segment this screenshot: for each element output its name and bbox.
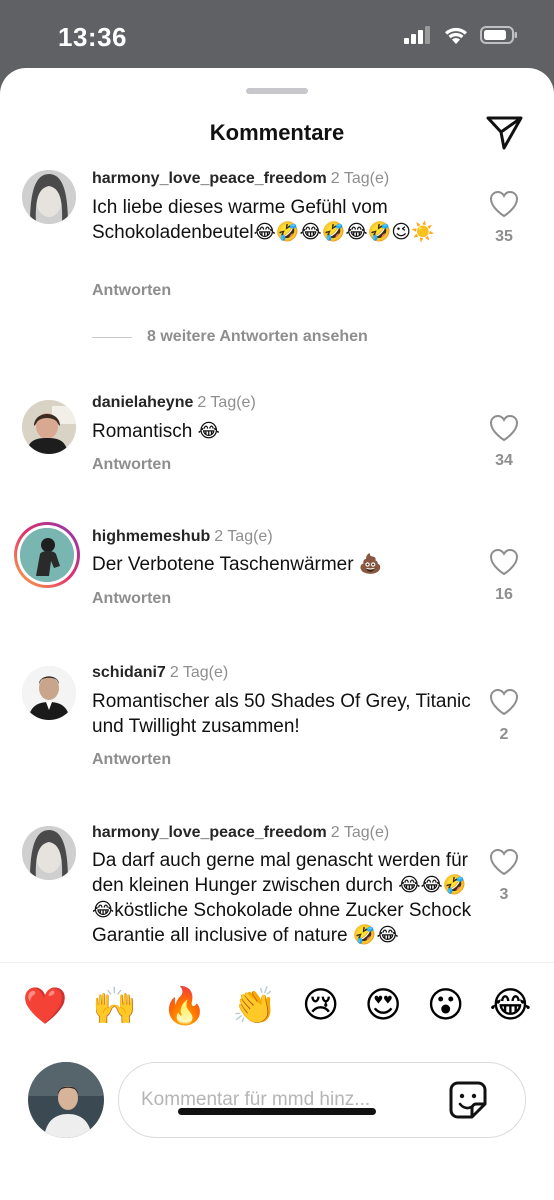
comment-text: Da darf auch gerne mal genascht werden f… [92, 850, 472, 946]
view-more-replies-button[interactable]: 8 weitere Antworten ansehen [92, 328, 368, 346]
divider-line [92, 336, 132, 338]
my-avatar [28, 1062, 104, 1138]
reply-button[interactable]: Antworten [92, 282, 171, 300]
comment-username[interactable]: harmony_love_peace_freedom [92, 824, 327, 841]
comment-time: 2 Tag(e) [214, 528, 273, 545]
comment-time: 2 Tag(e) [197, 394, 256, 411]
like-group: 35 [484, 190, 524, 246]
comments-sheet: Kommentare harmony_love_peace_freedom 2 T… [0, 68, 554, 1200]
avatar[interactable] [22, 170, 76, 224]
comment-meta: harmony_love_peace_freedom 2 Tag(e) [92, 824, 389, 842]
comment-username[interactable]: schidani7 [92, 664, 166, 681]
reply-button[interactable]: Antworten [92, 590, 171, 608]
like-group: 2 [484, 688, 524, 744]
comment-item: danielaheyne 2 Tag(e) Romantisch 😂 Antwor… [0, 394, 554, 504]
comment-time: 2 Tag(e) [330, 824, 390, 841]
comment-meta: schidani7 2 Tag(e) [92, 664, 228, 682]
comment-text: Der Verbotene Taschenwärmer 💩 [92, 554, 383, 575]
status-bar: 13:36 [0, 0, 554, 70]
heart-icon[interactable] [489, 414, 519, 442]
emoji-clap-button[interactable]: 👏 [232, 985, 277, 1027]
like-group: 3 [484, 848, 524, 904]
avatar [20, 528, 74, 582]
emoji-laughing-button[interactable]: 😂 [489, 985, 531, 1026]
comment-username[interactable]: highmemeshub [92, 528, 210, 545]
wifi-icon [445, 27, 467, 44]
like-count: 34 [495, 452, 513, 469]
comment-username[interactable]: harmony_love_peace_freedom [92, 170, 327, 187]
avatar[interactable] [22, 666, 76, 720]
emoji-fire-button[interactable]: 🔥 [162, 985, 207, 1027]
comment-time: 2 Tag(e) [169, 664, 229, 681]
heart-icon[interactable] [489, 688, 519, 716]
emoji-heart-button[interactable]: ❤️ [23, 985, 68, 1027]
avatar-ring-inner [17, 525, 77, 585]
comment-username[interactable]: danielaheyne [92, 394, 193, 411]
comment-meta: harmony_love_peace_freedom 2 Tag(e) [92, 170, 389, 188]
heart-icon[interactable] [489, 848, 519, 876]
sticker-icon[interactable] [448, 1080, 488, 1120]
page-title: Kommentare [209, 120, 345, 145]
emoji-surprised-button[interactable]: 😮 [427, 985, 465, 1026]
battery-icon [480, 26, 517, 44]
comment-item: harmony_love_peace_freedom 2 Tag(e) Ich l… [0, 168, 554, 368]
comment-text: Romantisch 😂 [92, 421, 220, 442]
heart-icon[interactable] [489, 548, 519, 576]
like-group: 16 [484, 548, 524, 604]
like-count: 2 [499, 726, 509, 743]
heart-icon[interactable] [489, 190, 519, 218]
reply-button[interactable]: Antworten [92, 456, 171, 474]
emoji-heart-eyes-button[interactable]: 😍 [364, 985, 402, 1026]
reply-button[interactable]: Antworten [92, 751, 171, 769]
send-icon[interactable] [484, 112, 524, 152]
avatar[interactable] [22, 826, 76, 880]
sheet-grabber[interactable] [246, 88, 308, 94]
emoji-raised-hands-button[interactable]: 🙌 [92, 985, 137, 1027]
like-count: 3 [499, 886, 509, 903]
comment-time: 2 Tag(e) [330, 170, 390, 187]
signal-icon [404, 26, 430, 44]
comment-meta: danielaheyne 2 Tag(e) [92, 394, 256, 412]
like-group: 34 [484, 414, 524, 470]
comment-text: Romantischer als 50 Shades Of Grey, Tita… [92, 691, 471, 737]
avatar-story-ring[interactable] [14, 522, 80, 588]
avatar[interactable] [22, 400, 76, 454]
quick-emoji-bar: ❤️ 🙌 🔥 👏 😢 😍 😮 😂 [0, 962, 554, 1048]
status-time: 13:36 [58, 22, 127, 52]
like-count: 35 [495, 228, 513, 245]
comment-input-row [0, 1056, 554, 1146]
comment-text: Ich liebe dieses warme Gefühl vom Schoko… [92, 197, 435, 243]
status-icons [404, 26, 518, 44]
like-count: 16 [495, 586, 513, 603]
comment-meta: highmemeshub 2 Tag(e) [92, 528, 273, 546]
comment-list[interactable]: harmony_love_peace_freedom 2 Tag(e) Ich l… [0, 168, 554, 962]
emoji-crying-button[interactable]: 😢 [302, 985, 340, 1026]
comment-item: harmony_love_peace_freedom 2 Tag(e) Da da… [0, 824, 554, 962]
comment-item: schidani7 2 Tag(e) Romantischer als 50 Sh… [0, 664, 554, 804]
home-indicator[interactable] [178, 1108, 376, 1115]
view-more-replies-label: 8 weitere Antworten ansehen [147, 328, 368, 345]
comment-item: highmemeshub 2 Tag(e) Der Verbotene Tasch… [0, 522, 554, 638]
